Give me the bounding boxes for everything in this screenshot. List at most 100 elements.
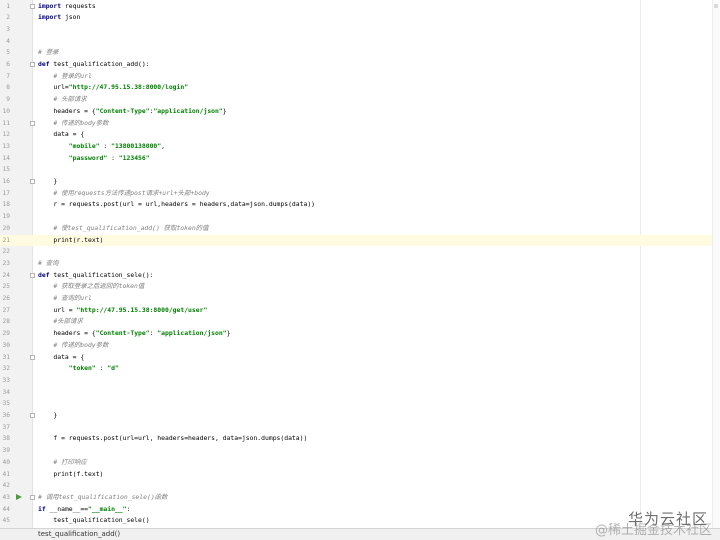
code-text[interactable]: # 传递的body参数 (38, 340, 108, 352)
inspection-ok-icon[interactable] (714, 4, 718, 8)
line-number[interactable]: 9 (0, 94, 10, 106)
code-line[interactable]: 6 def test_qualification_add(): (0, 59, 720, 71)
code-line[interactable]: 24 def test_qualification_sele(): (0, 270, 720, 282)
line-number[interactable]: 13 (0, 141, 10, 153)
code-text[interactable]: url = "http://47.95.15.38:8000/get/user" (38, 305, 207, 317)
line-number[interactable]: 32 (0, 363, 10, 375)
code-text[interactable]: "password" : "123456" (38, 153, 150, 165)
code-text[interactable]: if __name__=="__main__": (38, 504, 130, 516)
line-number[interactable]: 3 (0, 24, 10, 36)
line-number[interactable]: 12 (0, 129, 10, 141)
line-number[interactable]: 16 (0, 176, 10, 188)
line-number[interactable]: 15 (0, 164, 10, 176)
code-text[interactable]: # 打印响应 (38, 457, 86, 469)
line-number[interactable]: 43 (0, 492, 10, 504)
code-line[interactable]: 4 (0, 36, 720, 48)
line-number[interactable]: 5 (0, 47, 10, 59)
code-line[interactable]: 39 (0, 445, 720, 457)
line-number[interactable]: 4 (0, 36, 10, 48)
run-icon[interactable] (16, 493, 22, 500)
line-number[interactable]: 39 (0, 445, 10, 457)
code-line[interactable]: 8 url="http://47.95.15.38:8000/login" (0, 82, 720, 94)
code-text[interactable]: print(r.text) (38, 235, 103, 247)
line-number[interactable]: 40 (0, 457, 10, 469)
line-number[interactable]: 42 (0, 480, 10, 492)
code-text[interactable]: url="http://47.95.15.38:8000/login" (38, 82, 188, 94)
fold-toggle-icon[interactable] (30, 354, 35, 360)
line-number[interactable]: 45 (0, 515, 10, 527)
code-text[interactable]: # 使test_qualification_add() 获取token的值 (38, 223, 208, 235)
line-number[interactable]: 27 (0, 305, 10, 317)
code-text[interactable]: data = { (38, 129, 84, 141)
fold-toggle-icon[interactable] (30, 179, 35, 184)
line-number[interactable]: 1 (0, 1, 10, 13)
line-number[interactable]: 34 (0, 387, 10, 399)
code-text[interactable]: # 查询 (38, 258, 58, 270)
line-number[interactable]: 11 (0, 118, 10, 130)
code-line[interactable]: 21 print(r.text) (0, 234, 720, 247)
code-text[interactable]: headers = {"Content-Type":"application/j… (38, 106, 226, 118)
line-number[interactable]: 17 (0, 188, 10, 200)
line-number[interactable]: 25 (0, 281, 10, 293)
line-number[interactable]: 18 (0, 199, 10, 211)
code-line[interactable]: 44 if __name__=="__main__": (0, 504, 720, 516)
code-line[interactable]: 42 (0, 480, 720, 492)
code-line[interactable]: 11 # 传递的body参数 (0, 118, 720, 130)
code-text[interactable]: print(f.text) (38, 469, 103, 481)
code-line[interactable]: 15 (0, 164, 720, 176)
code-line[interactable]: 23 # 查询 (0, 258, 720, 270)
code-line[interactable]: 13 "mobile" : "13800138000", (0, 141, 720, 153)
fold-toggle-icon[interactable] (30, 62, 35, 67)
line-number[interactable]: 14 (0, 153, 10, 165)
line-number[interactable]: 28 (0, 316, 10, 328)
code-line[interactable]: 40 # 打印响应 (0, 457, 720, 469)
code-text[interactable]: # 登录的url (38, 71, 91, 83)
line-number[interactable]: 36 (0, 410, 10, 422)
line-number[interactable]: 38 (0, 433, 10, 445)
error-stripe[interactable] (712, 0, 720, 528)
fold-toggle-icon[interactable] (30, 120, 35, 126)
code-line[interactable]: 12 data = { (0, 129, 720, 141)
code-text[interactable]: # 登录 (38, 47, 58, 59)
code-line[interactable]: 7 # 登录的url (0, 71, 720, 83)
line-number[interactable]: 29 (0, 328, 10, 340)
line-number[interactable]: 22 (0, 246, 10, 258)
code-line[interactable]: 9 # 头部请求 (0, 94, 720, 106)
fold-toggle-icon[interactable] (30, 413, 35, 418)
code-line[interactable]: 36 } (0, 410, 720, 422)
fold-toggle-icon[interactable] (30, 3, 35, 9)
line-number[interactable]: 19 (0, 211, 10, 223)
line-number[interactable]: 6 (0, 59, 10, 71)
code-line[interactable]: 5 # 登录 (0, 47, 720, 59)
code-line[interactable]: 29 headers = {"Content-Type": "applicati… (0, 328, 720, 340)
code-text[interactable]: # 调用test_qualification_sele()函数 (38, 492, 167, 504)
code-line[interactable]: 3 (0, 24, 720, 36)
code-text[interactable]: "mobile" : "13800138000", (38, 141, 165, 153)
code-line[interactable]: 30 # 传递的body参数 (0, 340, 720, 352)
code-line[interactable]: 17 # 使用requests方法传递post请求+url+头部+body (0, 188, 720, 200)
line-number[interactable]: 24 (0, 270, 10, 282)
code-line[interactable]: 1 import requests (0, 1, 720, 13)
code-text[interactable]: data = { (38, 352, 84, 364)
code-text[interactable]: def test_qualification_sele(): (38, 270, 153, 282)
code-text[interactable]: headers = {"Content-Type": "application/… (38, 328, 230, 340)
code-text[interactable]: import json (38, 12, 80, 24)
code-line[interactable]: 16 } (0, 176, 720, 188)
line-number[interactable]: 7 (0, 71, 10, 83)
breadcrumb-function[interactable]: test_qualification_add() (38, 529, 120, 540)
code-line[interactable]: 25 # 获取登录之后返回的token值 (0, 281, 720, 293)
code-text[interactable]: #头部请求 (38, 316, 82, 328)
code-line[interactable]: 19 (0, 211, 720, 223)
code-line[interactable]: 22 (0, 246, 720, 258)
code-line[interactable]: 20 # 使test_qualification_add() 获取token的值 (0, 223, 720, 235)
line-number[interactable]: 20 (0, 223, 10, 235)
line-number[interactable]: 23 (0, 258, 10, 270)
code-text[interactable]: import requests (38, 1, 96, 13)
code-line[interactable]: 14 "password" : "123456" (0, 153, 720, 165)
code-text[interactable]: # 使用requests方法传递post请求+url+头部+body (38, 188, 209, 200)
code-text[interactable]: test_qualification_sele() (38, 515, 149, 527)
code-line[interactable]: 26 # 查询的url (0, 293, 720, 305)
code-text[interactable]: } (38, 410, 57, 422)
code-text[interactable]: # 获取登录之后返回的token值 (38, 281, 144, 293)
line-number[interactable]: 2 (0, 12, 10, 24)
